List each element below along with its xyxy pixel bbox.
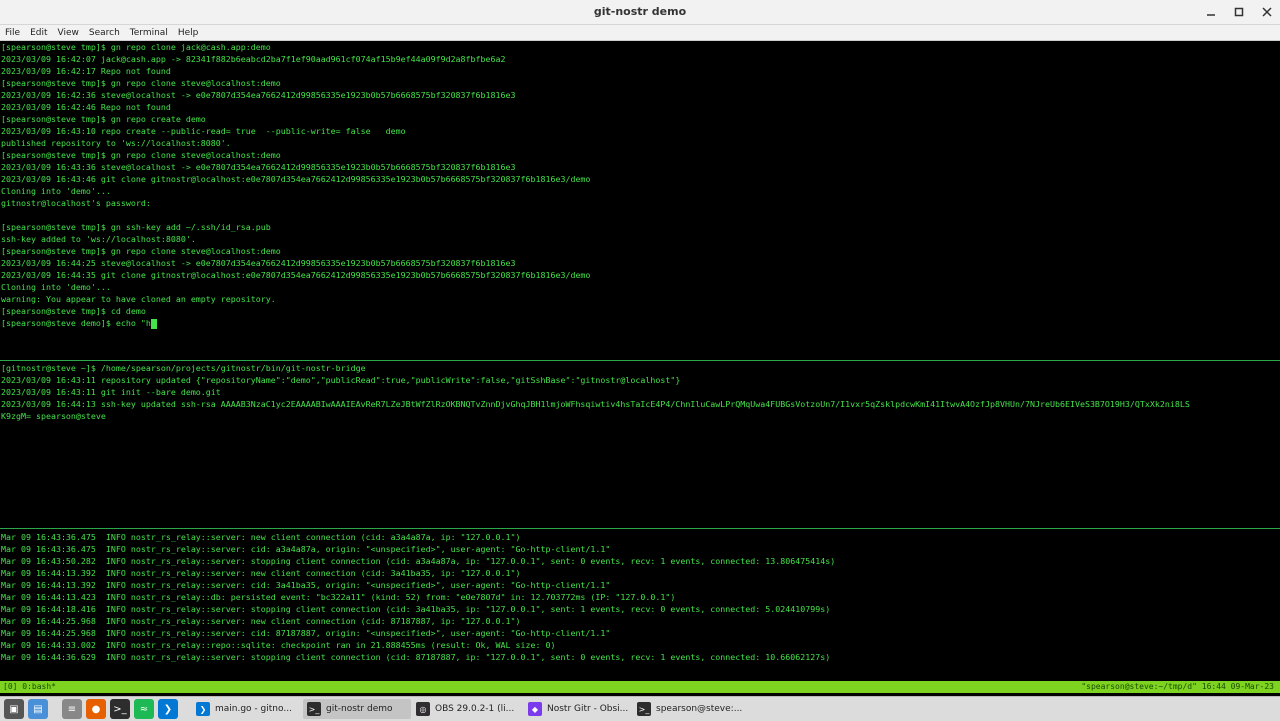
terminal-line: 2023/03/09 16:44:25 steve@localhost -> e… (1, 258, 516, 268)
menu-bar: File Edit View Search Terminal Help (0, 25, 1280, 41)
terminal-line: [spearson@steve tmp]$ cd demo (1, 306, 146, 316)
terminal-icon: >_ (307, 702, 321, 716)
obs-icon: ◎ (416, 702, 430, 716)
terminal-line: 2023/03/09 16:42:36 steve@localhost -> e… (1, 90, 516, 100)
menu-terminal[interactable]: Terminal (125, 28, 173, 38)
terminal-line: Mar 09 16:44:25.968 INFO nostr_rs_relay:… (1, 628, 611, 638)
taskbar-window-label: OBS 29.0.2-1 (li... (435, 704, 515, 714)
terminal-pane-bridge[interactable]: [gitnostr@steve ~]$ /home/spearson/proje… (0, 362, 1280, 527)
terminal-line: [gitnostr@steve ~]$ /home/spearson/proje… (1, 363, 366, 373)
menu-file[interactable]: File (0, 28, 25, 38)
maximize-icon (1234, 7, 1244, 17)
terminal-line: [spearson@steve tmp]$ gn repo clone stev… (1, 246, 281, 256)
activities-icon: ▣ (9, 703, 19, 715)
vscode-launcher[interactable]: ❯ (158, 699, 178, 719)
terminal-line: Cloning into 'demo'... (1, 282, 111, 292)
terminal-line: gitnostr@localhost's password: (1, 198, 151, 208)
terminal-line: 2023/03/09 16:43:11 git init --bare demo… (1, 387, 221, 397)
files-launcher[interactable]: ▤ (28, 699, 48, 719)
taskbar: ▣ ▤ ≡ ● >_ ≈ ❯ ❯ main.go - gitno... >_ git-nostr … (0, 696, 1280, 721)
minimize-button[interactable] (1204, 5, 1218, 19)
close-button[interactable] (1260, 5, 1274, 19)
taskbar-window-button[interactable]: >_ spearson@steve:... (633, 699, 747, 719)
close-icon (1262, 7, 1272, 17)
spotify-icon: ≈ (139, 703, 149, 715)
terminal-line: Mar 09 16:44:36.629 INFO nostr_rs_relay:… (1, 652, 831, 662)
tmux-status-right: "spearson@steve:~/tmp/d" 16:44 09-Mar-23 (1081, 682, 1274, 691)
terminal-line: [spearson@steve tmp]$ gn repo clone stev… (1, 78, 281, 88)
firefox-launcher[interactable]: ● (86, 699, 106, 719)
terminal-line: 2023/03/09 16:44:35 git clone gitnostr@l… (1, 270, 591, 280)
taskbar-window-label: main.go - gitno... (215, 704, 292, 714)
prompt-text: [spearson@steve demo]$ echo "h (1, 318, 151, 328)
minimize-icon (1207, 14, 1215, 16)
terminal-icon: >_ (637, 702, 651, 716)
terminal-line: Mar 09 16:44:13.423 INFO nostr_rs_relay:… (1, 592, 676, 602)
terminal-line: [spearson@steve tmp]$ gn repo clone jack… (1, 42, 271, 52)
terminal-line: warning: You appear to have cloned an em… (1, 294, 276, 304)
terminal-line: 2023/03/09 16:44:13 ssh-key updated ssh-… (1, 399, 1190, 409)
obsidian-icon: ◆ (528, 702, 542, 716)
terminal-pane-client[interactable]: [spearson@steve tmp]$ gn repo clone jack… (0, 41, 1280, 359)
terminal-line: Mar 09 16:44:13.392 INFO nostr_rs_relay:… (1, 568, 521, 578)
vscode-icon: ❯ (196, 702, 210, 716)
text-editor-icon: ≡ (67, 703, 77, 715)
terminal-line: [spearson@steve tmp]$ gn ssh-key add ~/.… (1, 222, 271, 232)
taskbar-window-button[interactable]: ❯ main.go - gitno... (192, 699, 302, 719)
taskbar-window-label: spearson@steve:... (656, 704, 743, 714)
text-cursor (150, 318, 157, 329)
taskbar-window-button[interactable]: >_ git-nostr demo (303, 699, 411, 719)
terminal-line: Mar 09 16:44:13.392 INFO nostr_rs_relay:… (1, 580, 611, 590)
terminal-launcher[interactable]: >_ (110, 699, 130, 719)
terminal-icon: >_ (113, 703, 127, 715)
taskbar-window-label: git-nostr demo (326, 704, 393, 714)
terminal-line: 2023/03/09 16:42:46 Repo not found (1, 102, 171, 112)
terminal-line: published repository to 'ws://localhost:… (1, 138, 231, 148)
menu-view[interactable]: View (53, 28, 84, 38)
pane-divider[interactable] (0, 360, 1280, 361)
terminal-line: 2023/03/09 16:42:07 jack@cash.app -> 823… (1, 54, 506, 64)
taskbar-window-button[interactable]: ◎ OBS 29.0.2-1 (li... (412, 699, 524, 719)
terminal-pane-relay[interactable]: Mar 09 16:43:36.475 INFO nostr_rs_relay:… (0, 531, 1280, 679)
terminal-line: 2023/03/09 16:43:10 repo create --public… (1, 126, 406, 136)
menu-edit[interactable]: Edit (25, 28, 52, 38)
window-titlebar[interactable]: git-nostr demo (0, 0, 1280, 25)
text-editor-launcher[interactable]: ≡ (62, 699, 82, 719)
terminal-line: 2023/03/09 16:43:36 steve@localhost -> e… (1, 162, 516, 172)
files-icon: ▤ (33, 703, 43, 715)
terminal-line: 2023/03/09 16:42:17 Repo not found (1, 66, 171, 76)
menu-search[interactable]: Search (84, 28, 125, 38)
terminal-line: Mar 09 16:44:25.968 INFO nostr_rs_relay:… (1, 616, 521, 626)
terminal-line: Cloning into 'demo'... (1, 186, 111, 196)
terminal-line: 2023/03/09 16:43:11 repository updated {… (1, 375, 681, 385)
terminal-line: 2023/03/09 16:43:46 git clone gitnostr@l… (1, 174, 591, 184)
terminal-prompt-line[interactable]: [spearson@steve demo]$ echo "h (0, 317, 1280, 329)
window-title: git-nostr demo (593, 5, 687, 18)
activities-launcher[interactable]: ▣ (4, 699, 24, 719)
maximize-button[interactable] (1232, 5, 1246, 19)
tmux-window-list[interactable]: [0] 0:bash* (3, 681, 56, 693)
pane-divider[interactable] (0, 528, 1280, 529)
terminal-line: Mar 09 16:43:50.282 INFO nostr_rs_relay:… (1, 556, 836, 566)
taskbar-window-label: Nostr Gitr - Obsi... (547, 704, 629, 714)
terminal-line: ssh-key added to 'ws://localhost:8080'. (1, 234, 196, 244)
menu-help[interactable]: Help (173, 28, 204, 38)
terminal-line: [spearson@steve tmp]$ gn repo create dem… (1, 114, 206, 124)
terminal-line: Mar 09 16:44:18.416 INFO nostr_rs_relay:… (1, 604, 831, 614)
tmux-status-bar: [0] 0:bash* "spearson@steve:~/tmp/d" 16:… (0, 681, 1280, 693)
spotify-launcher[interactable]: ≈ (134, 699, 154, 719)
terminal-line: Mar 09 16:43:36.475 INFO nostr_rs_relay:… (1, 544, 611, 554)
firefox-icon: ● (91, 703, 101, 715)
taskbar-window-button[interactable]: ◆ Nostr Gitr - Obsi... (524, 699, 632, 719)
terminal-line: [spearson@steve tmp]$ gn repo clone stev… (1, 150, 281, 160)
terminal-line: K9zgM= spearson@steve (1, 411, 106, 421)
terminal-line: Mar 09 16:44:33.002 INFO nostr_rs_relay:… (1, 640, 556, 650)
vscode-icon: ❯ (163, 703, 173, 715)
terminal-line: Mar 09 16:43:36.475 INFO nostr_rs_relay:… (1, 532, 521, 542)
